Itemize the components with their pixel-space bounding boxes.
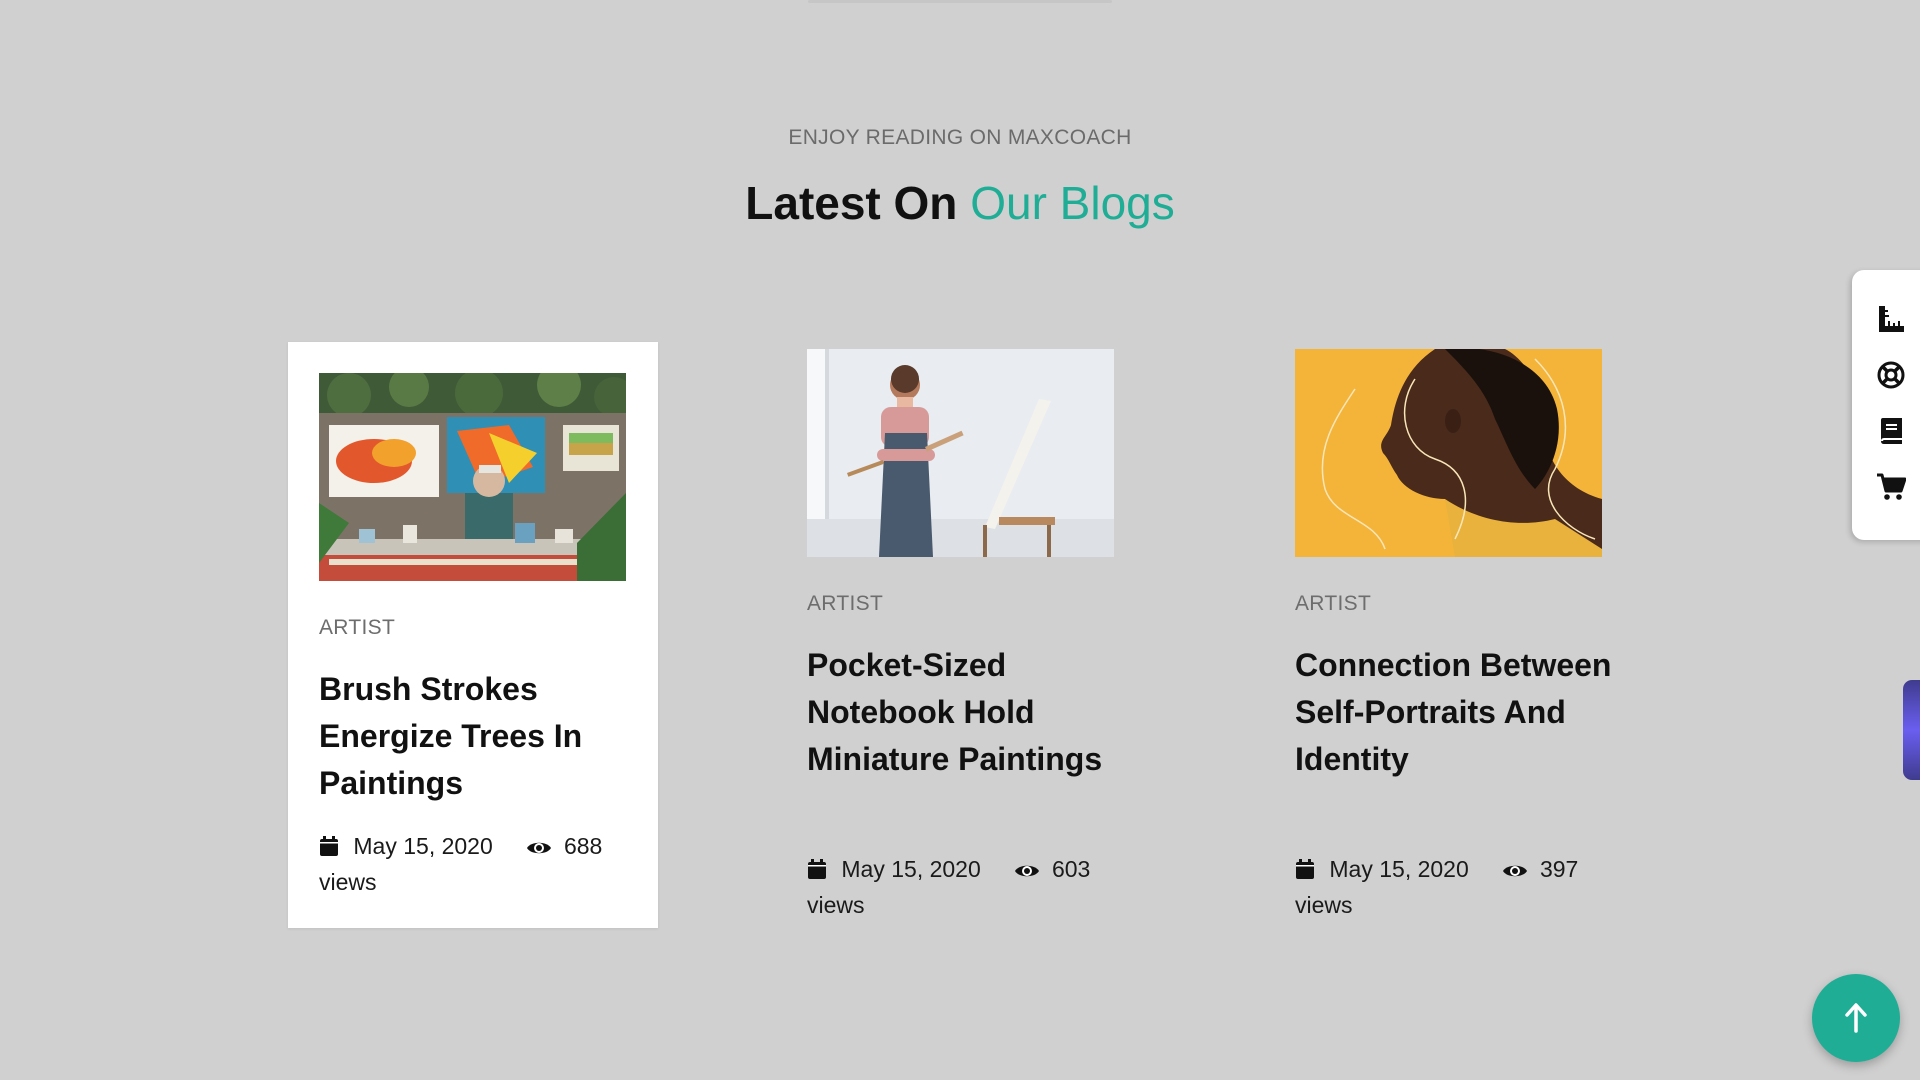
- section-title-strong: Latest On: [745, 177, 958, 229]
- lifebuoy-icon[interactable]: [1876, 360, 1906, 390]
- post-date: May 15, 2020: [841, 856, 981, 882]
- scrollbar-thumb[interactable]: [1903, 680, 1920, 780]
- post-views-label: views: [1295, 892, 1353, 918]
- post-views-label: views: [319, 869, 377, 895]
- post-views-label: views: [807, 892, 865, 918]
- eye-icon: [1014, 856, 1040, 889]
- post-views-count: 397: [1539, 856, 1579, 882]
- cart-icon[interactable]: [1876, 472, 1907, 502]
- book-icon[interactable]: [1876, 416, 1906, 446]
- arrow-up-icon: [1845, 1003, 1867, 1033]
- eye-icon: [526, 833, 552, 866]
- post-category[interactable]: ARTIST: [1295, 592, 1371, 616]
- post-title[interactable]: Brush Strokes Energize Trees In Painting…: [319, 666, 639, 807]
- post-category[interactable]: ARTIST: [319, 616, 395, 640]
- eye-icon: [1502, 856, 1528, 889]
- blog-card[interactable]: ARTIST Brush Strokes Energize Trees In P…: [288, 342, 658, 928]
- section-title-accent: Our Blogs: [970, 177, 1175, 229]
- post-views-count: 688: [563, 833, 603, 859]
- calendar-icon: [1295, 856, 1315, 889]
- post-title[interactable]: Connection Between Self-Portraits And Id…: [1295, 642, 1615, 783]
- post-image: [319, 373, 626, 581]
- post-meta: May 15, 2020 397 views: [1295, 853, 1615, 922]
- post-meta: May 15, 2020 603 views: [807, 853, 1127, 922]
- divider: [808, 0, 1112, 3]
- side-toolbar: [1852, 270, 1920, 540]
- post-views-count: 603: [1051, 856, 1091, 882]
- blog-section: ENJOY READING ON MAXCOACH Latest On Our …: [0, 0, 1920, 1080]
- calendar-icon: [319, 833, 339, 866]
- calendar-icon: [807, 856, 827, 889]
- section-title: Latest On Our Blogs: [0, 176, 1920, 230]
- section-subtitle: ENJOY READING ON MAXCOACH: [788, 126, 1132, 149]
- back-to-top-button[interactable]: [1812, 974, 1900, 1062]
- post-image: [807, 349, 1114, 557]
- post-date: May 15, 2020: [353, 833, 493, 859]
- post-thumbnail[interactable]: [319, 373, 626, 581]
- post-image: [1295, 349, 1602, 557]
- post-thumbnail[interactable]: [1295, 349, 1602, 557]
- post-title[interactable]: Pocket-Sized Notebook Hold Miniature Pai…: [807, 642, 1127, 783]
- blog-card[interactable]: ARTIST Connection Between Self-Portraits…: [1264, 342, 1634, 928]
- post-thumbnail[interactable]: [807, 349, 1114, 557]
- blog-card[interactable]: ARTIST Pocket-Sized Notebook Hold Miniat…: [776, 342, 1146, 928]
- post-category[interactable]: ARTIST: [807, 592, 883, 616]
- ruler-icon[interactable]: [1876, 304, 1906, 334]
- post-meta: May 15, 2020 688 views: [319, 830, 639, 899]
- post-date: May 15, 2020: [1329, 856, 1469, 882]
